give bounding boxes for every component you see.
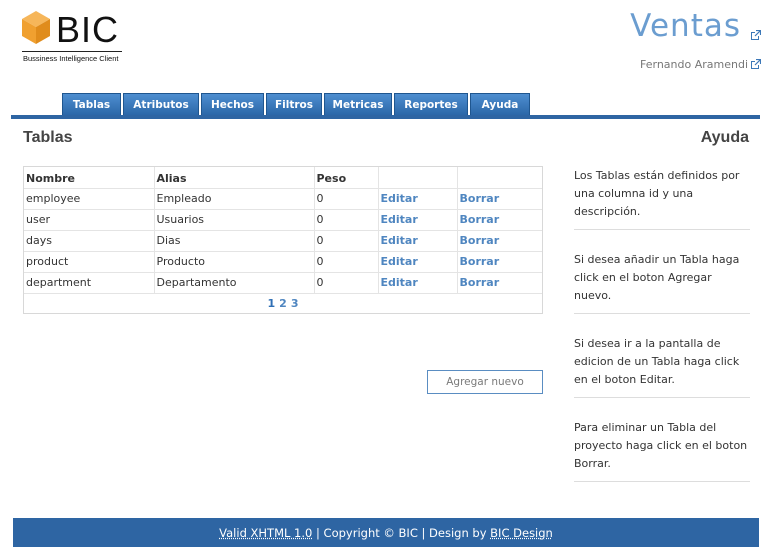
cell-nombre: department bbox=[24, 272, 155, 294]
user-name-link[interactable]: Fernando Aramendi bbox=[640, 58, 748, 71]
external-link-icon[interactable] bbox=[751, 30, 761, 40]
tab-tablas[interactable]: Tablas bbox=[62, 93, 121, 115]
table-row: department Departamento 0 Editar Borrar bbox=[24, 272, 542, 294]
cell-peso: 0 bbox=[314, 209, 379, 231]
tab-ayuda[interactable]: Ayuda bbox=[470, 93, 530, 115]
column-header-alias[interactable]: Alias bbox=[154, 167, 315, 189]
table-row: user Usuarios 0 Editar Borrar bbox=[24, 209, 542, 231]
tab-hechos[interactable]: Hechos bbox=[201, 93, 264, 115]
logo-divider bbox=[22, 51, 122, 52]
cell-nombre: employee bbox=[24, 188, 155, 210]
delete-link[interactable]: Borrar bbox=[457, 272, 542, 294]
cell-alias: Usuarios bbox=[154, 209, 315, 231]
cell-nombre: product bbox=[24, 251, 155, 273]
help-text-add: Si desea añadir un Tabla haga click en e… bbox=[574, 251, 750, 314]
project-title[interactable]: Ventas bbox=[630, 8, 741, 44]
help-text-definition: Los Tablas están definidos por una colum… bbox=[574, 167, 750, 230]
table-row: days Dias 0 Editar Borrar bbox=[24, 230, 542, 252]
logo-wordmark: BIC bbox=[56, 9, 120, 50]
footer: Valid XHTML 1.0 | Copyright © BIC | Desi… bbox=[13, 518, 759, 547]
cell-alias: Empleado bbox=[154, 188, 315, 210]
cell-nombre: user bbox=[24, 209, 155, 231]
cell-peso: 0 bbox=[314, 230, 379, 252]
nav-divider bbox=[11, 115, 760, 119]
delete-link[interactable]: Borrar bbox=[457, 251, 542, 273]
page-link-1[interactable]: 1 bbox=[268, 297, 276, 310]
page-link-3[interactable]: 3 bbox=[291, 297, 299, 310]
table-header-row: Nombre Alias Peso bbox=[24, 167, 542, 189]
page-title: Tablas bbox=[23, 129, 73, 146]
cell-nombre: days bbox=[24, 230, 155, 252]
cube-logo-icon bbox=[22, 11, 50, 44]
table-row: product Producto 0 Editar Borrar bbox=[24, 251, 542, 273]
cell-peso: 0 bbox=[314, 251, 379, 273]
help-title: Ayuda bbox=[700, 129, 749, 146]
column-header-edit bbox=[378, 167, 458, 189]
delete-link[interactable]: Borrar bbox=[457, 230, 542, 252]
tab-filtros[interactable]: Filtros bbox=[266, 93, 322, 115]
edit-link[interactable]: Editar bbox=[378, 209, 458, 231]
bic-logo: BIC Bussiness Intelligence Client bbox=[22, 9, 124, 69]
add-new-button[interactable]: Agregar nuevo bbox=[427, 370, 543, 394]
pagination: 123 bbox=[24, 297, 542, 310]
edit-link[interactable]: Editar bbox=[378, 272, 458, 294]
page-link-2[interactable]: 2 bbox=[279, 297, 287, 310]
cell-alias: Departamento bbox=[154, 272, 315, 294]
design-credit-link[interactable]: BIC Design bbox=[490, 526, 553, 540]
cell-alias: Dias bbox=[154, 230, 315, 252]
footer-copyright: | Copyright © BIC | Design by bbox=[312, 525, 491, 540]
tab-atributos[interactable]: Atributos bbox=[123, 93, 199, 115]
tables-table: Nombre Alias Peso employee Empleado 0 Ed… bbox=[24, 167, 542, 294]
edit-link[interactable]: Editar bbox=[378, 230, 458, 252]
tab-metricas[interactable]: Metricas bbox=[324, 93, 392, 115]
cell-alias: Producto bbox=[154, 251, 315, 273]
logo-tagline: Bussiness Intelligence Client bbox=[23, 54, 119, 63]
help-text-delete: Para eliminar un Tabla del proyecto haga… bbox=[574, 419, 750, 482]
external-link-icon[interactable] bbox=[751, 59, 761, 69]
table-row: employee Empleado 0 Editar Borrar bbox=[24, 188, 542, 210]
cell-peso: 0 bbox=[314, 272, 379, 294]
main-nav-tabs: Tablas Atributos Hechos Filtros Metricas… bbox=[62, 93, 532, 115]
column-header-nombre[interactable]: Nombre bbox=[24, 167, 155, 189]
edit-link[interactable]: Editar bbox=[378, 188, 458, 210]
tables-grid: Nombre Alias Peso employee Empleado 0 Ed… bbox=[23, 166, 543, 314]
valid-xhtml-link[interactable]: Valid XHTML 1.0 bbox=[219, 526, 312, 540]
column-header-peso[interactable]: Peso bbox=[314, 167, 379, 189]
delete-link[interactable]: Borrar bbox=[457, 209, 542, 231]
tab-reportes[interactable]: Reportes bbox=[394, 93, 468, 115]
cell-peso: 0 bbox=[314, 188, 379, 210]
help-text-edit: Si desea ir a la pantalla de edicion de … bbox=[574, 335, 750, 398]
edit-link[interactable]: Editar bbox=[378, 251, 458, 273]
column-header-delete bbox=[457, 167, 542, 189]
delete-link[interactable]: Borrar bbox=[457, 188, 542, 210]
